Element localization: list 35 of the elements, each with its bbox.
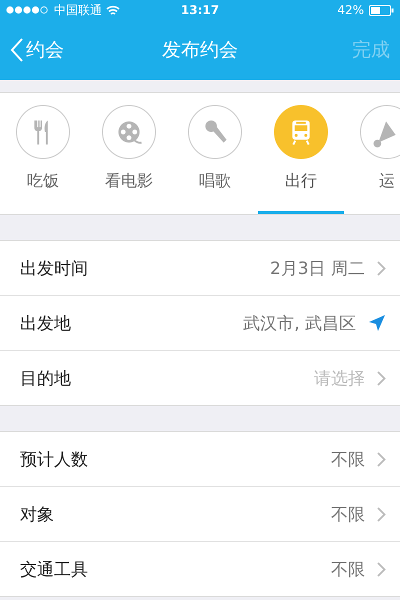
signal-icon (6, 6, 50, 14)
chevron-left-icon (10, 37, 24, 63)
bus-icon (292, 120, 310, 146)
wifi-icon (106, 4, 120, 16)
category-tab[interactable]: 看电影 (86, 93, 172, 214)
chevron-right-icon (377, 562, 386, 576)
row-label: 出发地 (20, 312, 71, 334)
shuttlecock-icon (374, 121, 396, 148)
battery-icon (369, 4, 394, 16)
row-label: 出发时间 (20, 258, 88, 280)
battery-percent: 42% (337, 3, 364, 17)
row-value: 不限 (331, 448, 365, 470)
film-reel-icon (118, 121, 142, 144)
row-label: 对象 (20, 504, 54, 526)
row-label: 交通工具 (20, 558, 88, 580)
chevron-right-icon (377, 452, 386, 466)
category-tab[interactable]: 唱歌 (172, 93, 258, 214)
category-tab[interactable]: 吃饭 (0, 93, 86, 214)
microphone-icon (205, 120, 227, 143)
chevron-right-icon (377, 370, 386, 386)
page-title: 发布约会 (162, 39, 238, 61)
row-value: 不限 (331, 558, 365, 580)
carrier-name: 中国联通 (54, 2, 102, 18)
fork-knife-icon (34, 120, 48, 145)
category-tab[interactable]: 出行 (258, 93, 344, 214)
row-value: 不限 (331, 504, 365, 526)
chevron-right-icon (377, 506, 386, 522)
row-value: 2月3日 周二 (270, 258, 365, 280)
category-tab[interactable]: 运 (344, 93, 400, 214)
clock-time: 13:17 (180, 3, 220, 17)
location-arrow-icon (368, 314, 386, 332)
row-label: 预计人数 (20, 448, 88, 470)
row-label: 目的地 (20, 368, 71, 390)
row-value: 武汉市, 武昌区 (243, 312, 356, 334)
chevron-right-icon (377, 260, 386, 276)
